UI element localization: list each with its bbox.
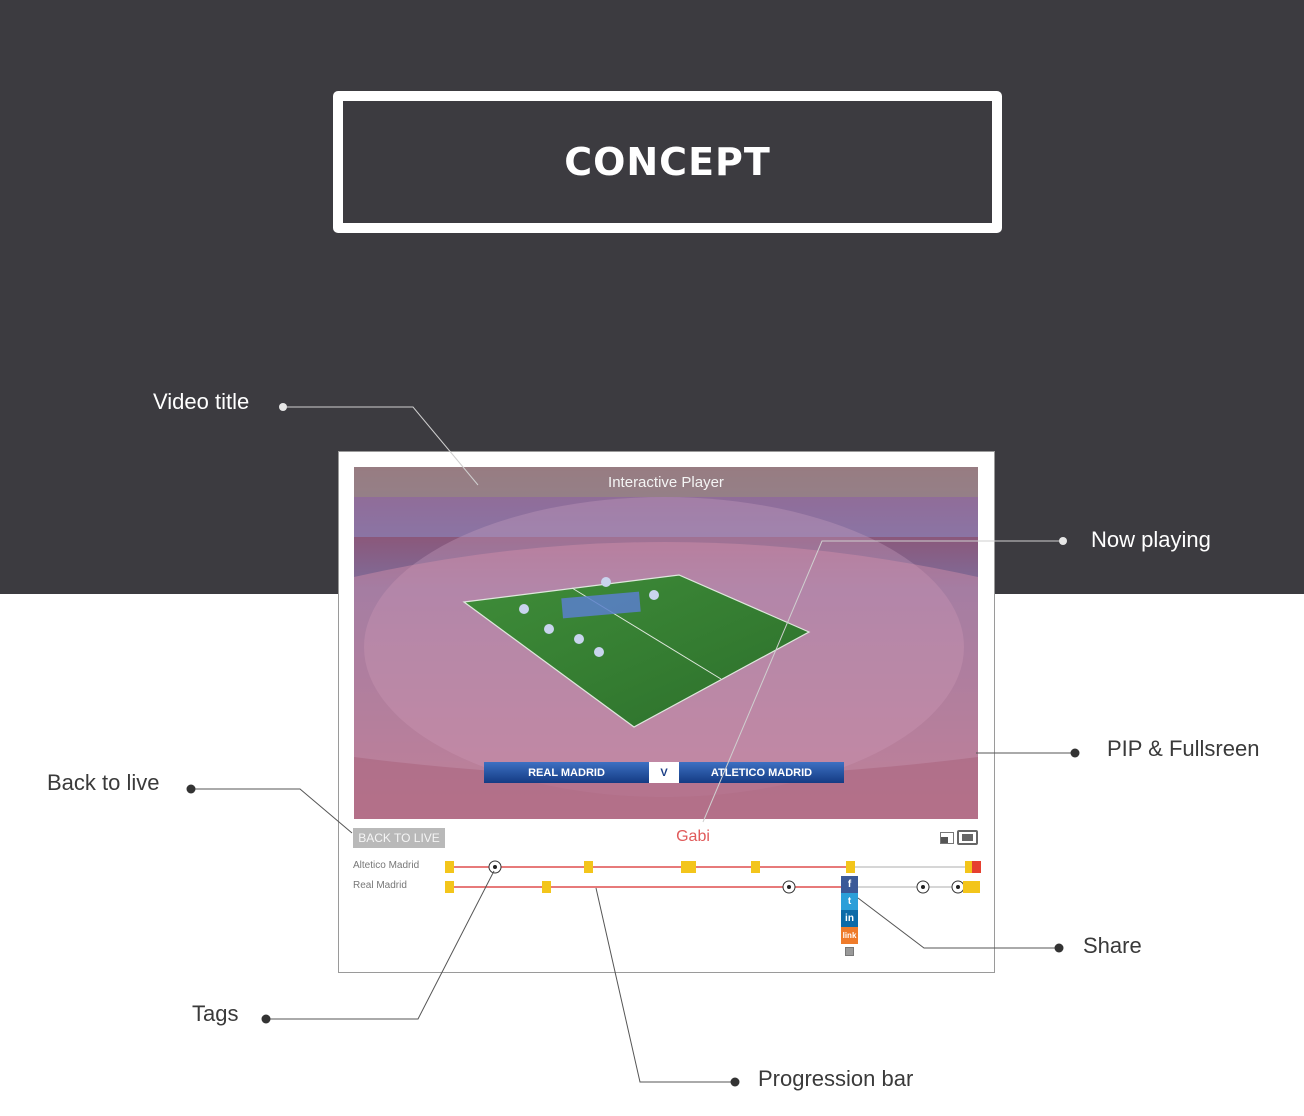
annotation-dot [261,1014,271,1024]
leader-now-playing [702,540,1063,823]
annotation-dot [186,784,196,794]
annotation-dot [1070,748,1080,758]
leader-tags [266,870,495,1020]
annotation-tags: Tags [192,1001,239,1026]
annotation-dot [1059,537,1067,545]
annotation-dot [730,1077,740,1087]
annotation-video-title: Video title [153,389,250,414]
annotation-now-playing: Now playing [1091,527,1211,552]
leader-progression [595,887,735,1083]
leader-video-title [283,406,479,486]
annotation-dot [1054,943,1064,953]
annotation-progression-bar: Progression bar [758,1066,914,1091]
annotation-back-to-live: Back to live [47,770,160,795]
annotation-share: Share [1083,933,1142,958]
annotation-dot [279,403,287,411]
leader-share [857,897,1059,949]
leader-back-to-live [191,788,353,834]
annotation-pip-fullscreen: PIP & Fullsreen [1107,736,1260,761]
